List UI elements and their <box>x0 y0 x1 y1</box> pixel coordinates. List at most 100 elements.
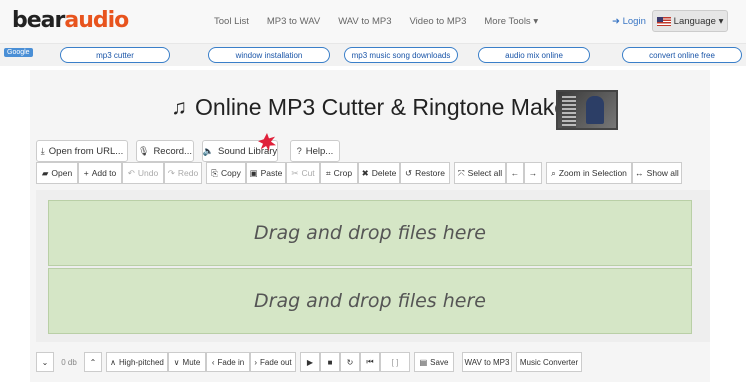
brackets-button[interactable]: [ ] <box>380 352 410 372</box>
mute-label: Mute <box>182 357 201 367</box>
ad-search-bar: Google mp3 cutter window installation mp… <box>0 44 746 66</box>
arrow-left-icon: ← <box>510 168 520 178</box>
mute-button[interactable]: ∨ Mute <box>168 352 206 372</box>
loop-icon: ↻ <box>346 357 354 367</box>
record-button[interactable]: 🎙 Record... <box>136 140 194 162</box>
high-pitched-label: High-pitched <box>118 357 164 367</box>
us-flag-icon <box>656 16 671 26</box>
paste-button[interactable]: ▣ Paste <box>246 162 286 184</box>
ad-pill-convert-online[interactable]: convert online free <box>622 47 742 63</box>
caret-up-icon: ∧ <box>110 357 116 367</box>
restore-icon: ↺ <box>405 167 413 178</box>
fade-in-label: Fade in <box>217 357 245 367</box>
ad-pill-mp3-music-downloads[interactable]: mp3 music song downloads <box>344 47 458 63</box>
crop-button[interactable]: ⌗ Crop <box>320 162 358 184</box>
nav-link-more-tools[interactable]: More Tools ▾ <box>484 16 538 27</box>
volume-db-value: 0 db <box>61 357 77 367</box>
login-link[interactable]: ➜ Login <box>612 16 646 27</box>
chevron-up-icon: ⌃ <box>89 357 97 367</box>
video-thumbnail[interactable] <box>556 90 618 130</box>
high-pitched-button[interactable]: ∧ High-pitched <box>106 352 168 372</box>
brand-logo[interactable]: bearaudio <box>12 8 129 33</box>
page-title-text: Online MP3 Cutter & Ringtone Maker <box>195 94 575 120</box>
open-label: Open <box>51 168 73 178</box>
zoom-in-selection-label: Zoom in Selection <box>558 168 627 178</box>
nav-link-video-to-mp3[interactable]: Video to MP3 <box>410 16 467 27</box>
show-all-label: Show all <box>646 168 679 178</box>
question-icon: ? <box>296 146 302 156</box>
music-converter-button[interactable]: Music Converter <box>516 352 582 372</box>
language-button[interactable]: Language ▾ <box>652 10 728 32</box>
add-to-button[interactable]: + Add to <box>78 162 122 184</box>
restore-label: Restore <box>415 168 445 178</box>
save-label: Save <box>430 357 449 367</box>
stop-icon: ■ <box>327 357 333 367</box>
add-to-label: Add to <box>91 168 117 178</box>
delete-label: Delete <box>371 168 397 178</box>
page-title: ♫ Online MP3 Cutter & Ringtone Maker <box>0 94 746 121</box>
restore-button[interactable]: ↺ Restore <box>400 162 450 184</box>
skip-start-icon: ⏮ <box>366 357 374 366</box>
copy-icon: ⎘ <box>211 167 218 178</box>
nav-link-mp3-to-wav[interactable]: MP3 to WAV <box>267 16 320 27</box>
scissors-icon: ✂ <box>291 167 299 178</box>
paste-label: Paste <box>260 168 283 178</box>
skip-start-button[interactable]: ⏮ <box>360 352 380 372</box>
ad-pill-window-installation[interactable]: window installation <box>208 47 330 63</box>
drop-zone-2[interactable]: Drag and drop files here <box>48 268 692 334</box>
show-all-button[interactable]: ↔ Show all <box>632 162 682 184</box>
download-icon: ⤓ <box>40 145 45 156</box>
volume-down-button[interactable]: ⌄ <box>36 352 54 372</box>
record-label: Record... <box>153 145 192 157</box>
zoom-in-selection-button[interactable]: ⌕ Zoom in Selection <box>546 162 632 184</box>
brand-part-1: bear <box>12 8 65 33</box>
stop-button[interactable]: ■ <box>320 352 340 372</box>
open-button[interactable]: ▰ Open <box>36 162 78 184</box>
delete-button[interactable]: ✖ Delete <box>358 162 400 184</box>
folder-icon: ▰ <box>41 167 49 178</box>
save-button[interactable]: ▤ Save <box>414 352 454 372</box>
crop-label: Crop <box>333 168 353 178</box>
google-ad-badge: Google <box>4 48 33 57</box>
ad-pill-mp3-cutter[interactable]: mp3 cutter <box>60 47 170 63</box>
nudge-left-button[interactable]: ← <box>506 162 524 184</box>
open-from-url-label: Open from URL... <box>48 145 124 157</box>
help-button[interactable]: ? Help... <box>290 140 340 162</box>
copy-button[interactable]: ⎘ Copy <box>206 162 246 184</box>
caret-down-icon: ∨ <box>173 357 180 367</box>
fade-in-button[interactable]: ‹ Fade in <box>206 352 250 372</box>
top-navbar: bearaudio Tool List MP3 to WAV WAV to MP… <box>0 0 746 44</box>
cut-button[interactable]: ✂ Cut <box>286 162 320 184</box>
paste-icon: ▣ <box>249 167 258 178</box>
microphone-icon: 🎙 <box>138 145 150 156</box>
expand-icon: ⤧ <box>457 167 465 178</box>
play-icon: ▶ <box>306 357 314 367</box>
undo-label: Undo <box>137 168 159 178</box>
play-button[interactable]: ▶ <box>300 352 320 372</box>
nav-links: Tool List MP3 to WAV WAV to MP3 Video to… <box>214 16 556 27</box>
fade-out-button[interactable]: › Fade out <box>250 352 296 372</box>
undo-button[interactable]: ↶ Undo <box>122 162 164 184</box>
brand-part-2: audio <box>64 8 129 33</box>
brackets-icon: [ ] <box>391 357 399 367</box>
loop-button[interactable]: ↻ <box>340 352 360 372</box>
help-label: Help... <box>305 145 334 157</box>
open-from-url-button[interactable]: ⤓ Open from URL... <box>36 140 128 162</box>
undo-icon: ↶ <box>127 167 135 178</box>
nav-link-wav-to-mp3[interactable]: WAV to MP3 <box>338 16 391 27</box>
volume-up-button[interactable]: ⌃ <box>84 352 102 372</box>
copy-label: Copy <box>220 168 241 178</box>
music-note-icon: ♫ <box>171 95 188 119</box>
redo-button[interactable]: ↷ Redo <box>164 162 202 184</box>
x-icon: ✖ <box>361 167 369 178</box>
ad-pill-audio-mix[interactable]: audio mix online <box>478 47 590 63</box>
crop-icon: ⌗ <box>325 167 331 178</box>
nav-link-tool-list[interactable]: Tool List <box>214 16 249 27</box>
speaker-icon: 🔈 <box>202 145 215 156</box>
wav-to-mp3-button[interactable]: WAV to MP3 <box>462 352 512 372</box>
login-icon: ➜ <box>612 16 620 27</box>
select-all-button[interactable]: ⤧ Select all <box>454 162 506 184</box>
nudge-right-button[interactable]: → <box>524 162 542 184</box>
drop-zone-1[interactable]: Drag and drop files here <box>48 200 692 266</box>
language-label: Language ▾ <box>673 15 724 27</box>
